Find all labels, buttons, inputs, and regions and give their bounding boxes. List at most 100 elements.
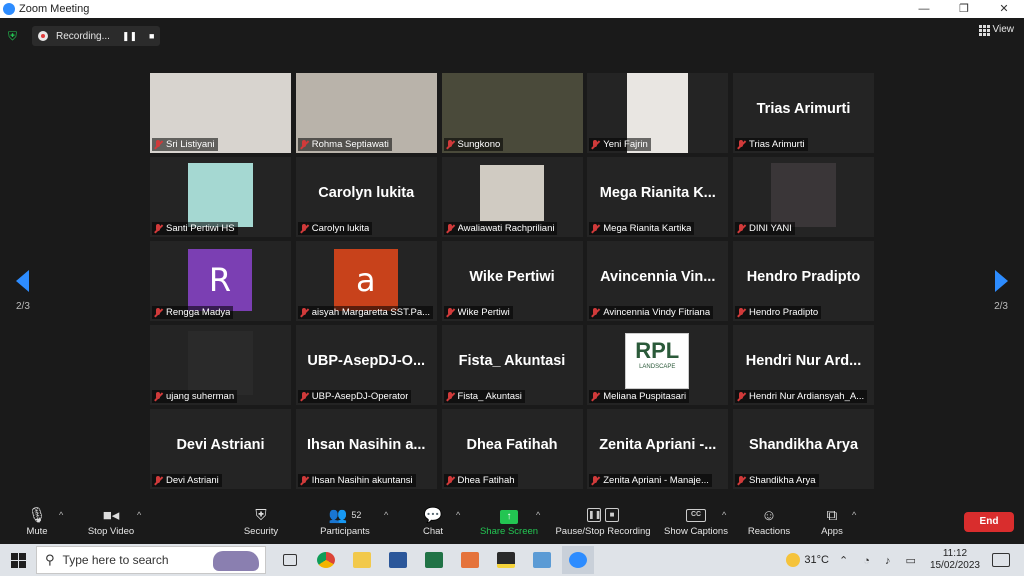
photos-icon[interactable] bbox=[526, 546, 558, 574]
close-icon[interactable]: ✕ bbox=[984, 0, 1024, 18]
participant-tile[interactable]: RPL LANDSCAPE Meliana Puspitasari bbox=[587, 325, 729, 405]
participant-display-name: Wike Pertiwi bbox=[469, 269, 555, 285]
participant-name-caption: Zenita Apriani - Manaje... bbox=[589, 474, 712, 487]
stop-video-button[interactable]: ■◂ Stop Video bbox=[84, 504, 138, 537]
weather-widget[interactable]: 31°C bbox=[786, 553, 829, 567]
show-captions-button[interactable]: CC Show Captions bbox=[662, 504, 730, 537]
sticky-notes-icon[interactable] bbox=[490, 546, 522, 574]
participant-name-caption: Yeni Fajrin bbox=[589, 138, 651, 151]
participants-options-caret-icon[interactable]: ^ bbox=[384, 510, 388, 520]
word-icon[interactable] bbox=[382, 546, 414, 574]
participant-tile[interactable]: UBP-AsepDJ-O... UBP-AsepDJ-Operator bbox=[295, 325, 437, 405]
participant-tile[interactable]: DINI YANI bbox=[733, 157, 874, 237]
participant-tile[interactable]: Sri Listiyani bbox=[150, 73, 291, 153]
participant-tile[interactable]: a aisyah Margaretta SST.Pa... bbox=[295, 241, 437, 321]
participant-tile[interactable]: Santi Pertiwi HS bbox=[150, 157, 291, 237]
participant-name-caption: aisyah Margaretta SST.Pa... bbox=[297, 306, 434, 319]
participant-tile[interactable]: Shandikha Arya Shandikha Arya bbox=[733, 409, 874, 489]
task-view-icon[interactable] bbox=[274, 546, 306, 574]
participant-video bbox=[188, 331, 253, 395]
notifications-icon[interactable] bbox=[992, 553, 1010, 567]
participants-button[interactable]: 👥 52 Participants bbox=[316, 504, 374, 537]
participant-tile[interactable]: Hendro Pradipto Hendro Pradipto bbox=[733, 241, 874, 321]
muted-microphone-icon bbox=[737, 391, 746, 402]
window-titlebar: Zoom Meeting — ❐ ✕ bbox=[0, 0, 1024, 18]
participant-tile[interactable]: Devi Astriani Devi Astriani bbox=[150, 409, 291, 489]
captions-options-caret-icon[interactable]: ^ bbox=[722, 510, 726, 520]
excel-icon[interactable] bbox=[418, 546, 450, 574]
recording-label: Recording... bbox=[56, 30, 110, 42]
participant-name-caption: Fista_ Akuntasi bbox=[443, 390, 525, 403]
microphone-icon: 🎙 bbox=[27, 507, 47, 524]
share-screen-button[interactable]: ↑ Share Screen bbox=[478, 504, 540, 537]
previous-page-arrow-icon[interactable] bbox=[16, 270, 29, 292]
participant-name-caption: Santi Pertiwi HS bbox=[152, 222, 238, 235]
participant-name: ujang suherman bbox=[166, 391, 235, 402]
chat-label: Chat bbox=[422, 526, 444, 537]
participant-display-name: Shandikha Arya bbox=[748, 437, 859, 453]
pause-recording-icon[interactable]: ❚❚ bbox=[122, 31, 137, 42]
windows-start-icon[interactable] bbox=[0, 544, 36, 576]
participant-tile[interactable]: Hendri Nur Ard... Hendri Nur Ardiansyah_A… bbox=[733, 325, 874, 405]
participant-video bbox=[188, 163, 253, 227]
participant-display-name: Ihsan Nasihin a... bbox=[307, 437, 426, 453]
video-options-caret-icon[interactable]: ^ bbox=[137, 510, 141, 520]
tray-system-icons[interactable]: ⌃ ◔ ♪ ▭ bbox=[839, 554, 922, 567]
taskbar-clock[interactable]: 11:12 15/02/2023 bbox=[930, 548, 980, 572]
reactions-button[interactable]: ☺ Reactions bbox=[746, 504, 792, 538]
end-meeting-button[interactable]: End bbox=[964, 512, 1014, 532]
stop-recording-icon[interactable]: ■ bbox=[149, 31, 154, 41]
participant-tile[interactable]: Yeni Fajrin bbox=[587, 73, 729, 153]
participant-tile[interactable]: Ihsan Nasihin a... Ihsan Nasihin akuntans… bbox=[295, 409, 437, 489]
participant-tile[interactable]: Fista_ Akuntasi Fista_ Akuntasi bbox=[441, 325, 583, 405]
file-explorer-icon[interactable] bbox=[346, 546, 378, 574]
participant-display-name: Carolyn lukita bbox=[318, 185, 415, 201]
participant-tile[interactable]: Zenita Apriani -... Zenita Apriani - Mana… bbox=[587, 409, 729, 489]
participant-tile[interactable]: Awaliawati Rachpriliani bbox=[441, 157, 583, 237]
powerpoint-icon[interactable] bbox=[454, 546, 486, 574]
audio-options-caret-icon[interactable]: ^ bbox=[59, 510, 63, 520]
search-placeholder: Type here to search bbox=[62, 553, 169, 567]
participant-tile[interactable]: Mega Rianita K... Mega Rianita Kartika bbox=[587, 157, 729, 237]
participant-tile[interactable]: Dhea Fatihah Dhea Fatihah bbox=[441, 409, 583, 489]
maximize-icon[interactable]: ❐ bbox=[944, 0, 984, 18]
video-camera-icon: ■◂ bbox=[102, 507, 120, 524]
security-shield-icon[interactable]: ⛨ bbox=[8, 29, 22, 43]
zoom-taskbar-icon[interactable] bbox=[562, 546, 594, 574]
participant-tile[interactable]: ujang suherman bbox=[150, 325, 291, 405]
minimize-icon[interactable]: — bbox=[904, 0, 944, 18]
taskbar-search-box[interactable]: ⚲ Type here to search bbox=[36, 546, 266, 574]
participant-name: Hendro Pradipto bbox=[749, 307, 819, 318]
next-page-arrow-icon[interactable] bbox=[995, 270, 1008, 292]
chat-options-caret-icon[interactable]: ^ bbox=[456, 510, 460, 520]
temperature: 31°C bbox=[804, 554, 829, 566]
participant-tile[interactable]: Avincennia Vin... Avincennia Vindy Fitria… bbox=[587, 241, 729, 321]
participant-tile[interactable]: Sungkono bbox=[441, 73, 583, 153]
participant-tile[interactable]: Trias Arimurti Trias Arimurti bbox=[733, 73, 874, 153]
participant-tile[interactable]: Rohma Septiawati bbox=[295, 73, 437, 153]
muted-microphone-icon bbox=[591, 139, 600, 150]
window-title: Zoom Meeting bbox=[19, 3, 90, 15]
apps-options-caret-icon[interactable]: ^ bbox=[852, 510, 856, 520]
chrome-icon[interactable] bbox=[310, 546, 342, 574]
participant-name: Sungkono bbox=[457, 139, 501, 150]
search-icon: ⚲ bbox=[45, 552, 55, 567]
mute-button[interactable]: 🎙 Mute bbox=[20, 504, 54, 537]
participants-icon: 👥 52 bbox=[328, 507, 362, 524]
chat-button[interactable]: 💬 Chat bbox=[420, 504, 446, 537]
participant-name: Trias Arimurti bbox=[749, 139, 805, 150]
apps-label: Apps bbox=[821, 526, 843, 537]
participant-display-name: UBP-AsepDJ-O... bbox=[307, 353, 426, 369]
logo-subtext: LANDSCAPE bbox=[639, 364, 676, 370]
view-button[interactable]: View bbox=[978, 24, 1014, 36]
participant-name: Zenita Apriani - Manaje... bbox=[603, 475, 709, 486]
participant-tile[interactable]: R Rengga Madya bbox=[150, 241, 291, 321]
stop-icon: ■ bbox=[605, 508, 619, 522]
share-options-caret-icon[interactable]: ^ bbox=[536, 510, 540, 520]
participant-tile[interactable]: Wike Pertiwi Wike Pertiwi bbox=[441, 241, 583, 321]
pause-stop-recording-button[interactable]: ❚❚ ■ Pause/Stop Recording bbox=[552, 504, 654, 537]
participant-tile[interactable]: Carolyn lukita Carolyn lukita bbox=[295, 157, 437, 237]
security-button[interactable]: ⛨ Security bbox=[240, 504, 282, 538]
apps-button[interactable]: ⧉ Apps bbox=[818, 504, 846, 538]
participant-name-caption: Hendro Pradipto bbox=[735, 306, 822, 319]
